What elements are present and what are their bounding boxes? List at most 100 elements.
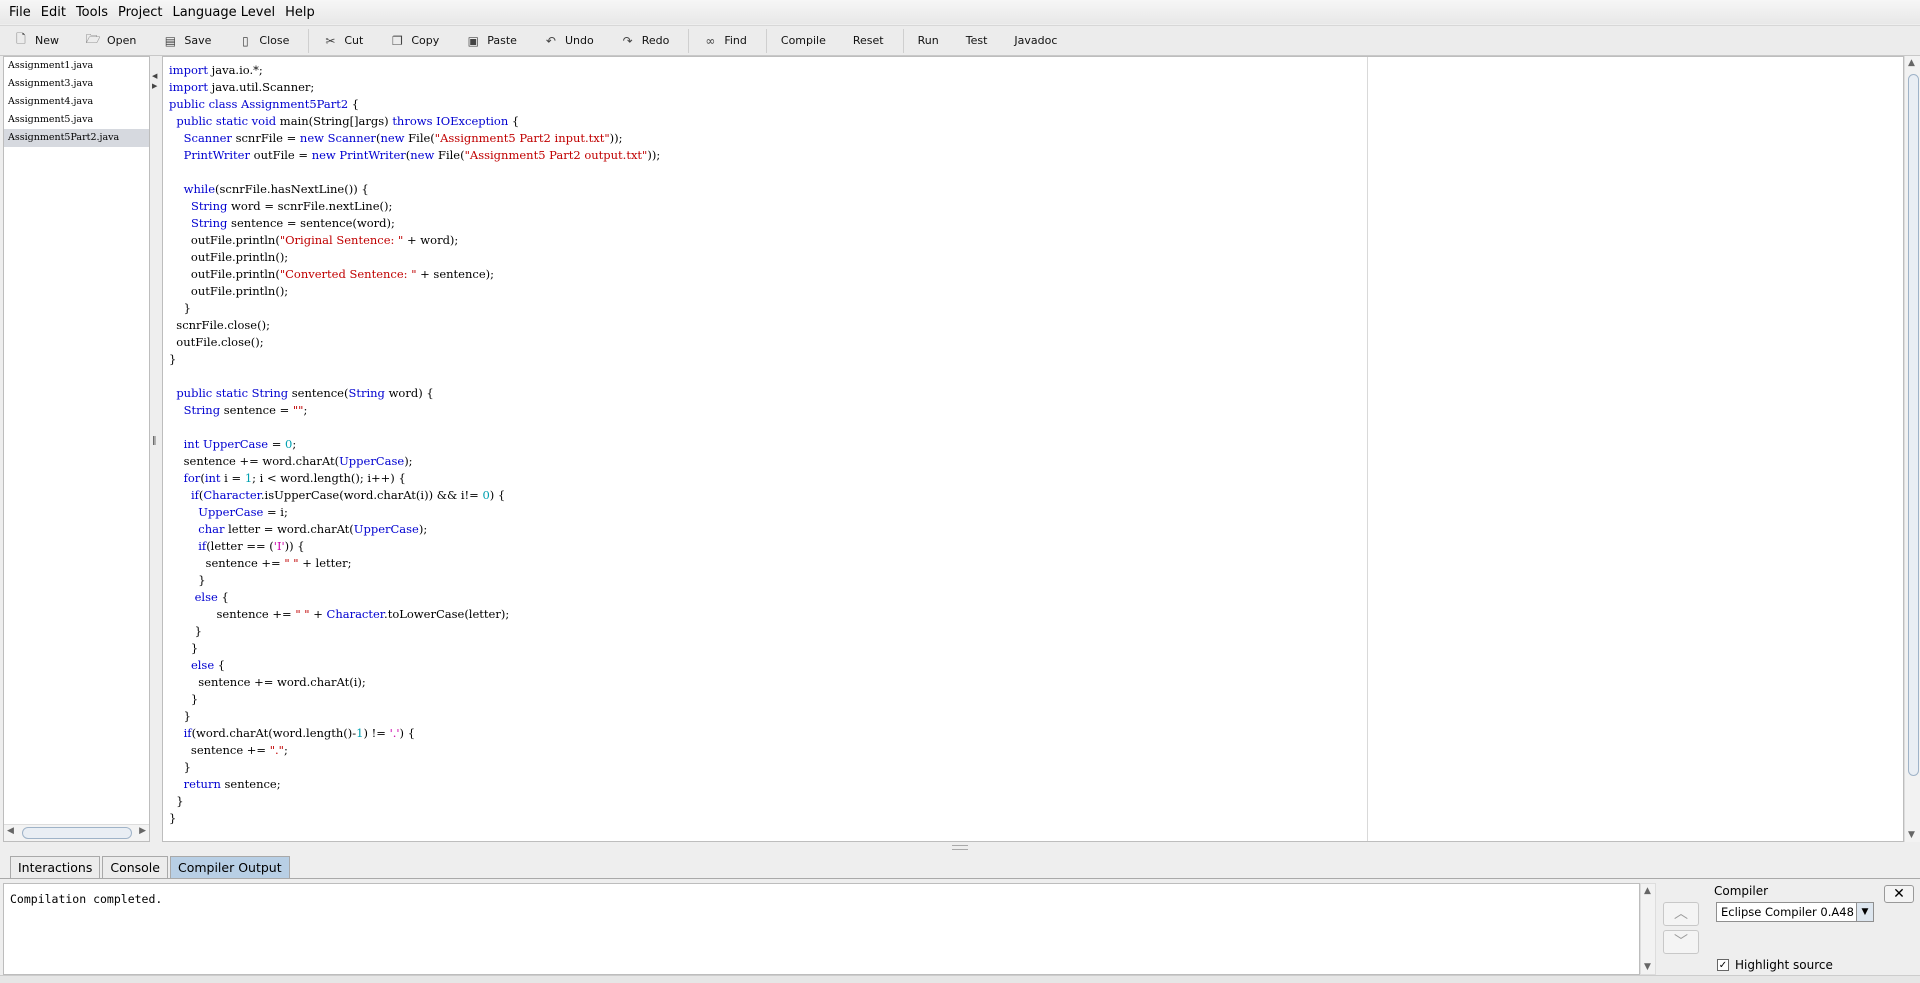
scroll-left-icon[interactable]: ◀	[7, 826, 14, 836]
output-vertical-scrollbar[interactable]: ▲ ▼	[1640, 883, 1656, 975]
redo-button[interactable]: ↷ Redo	[613, 27, 678, 55]
code-line[interactable]: while(scnrFile.hasNextLine()) {	[169, 181, 660, 198]
scroll-right-icon[interactable]: ▶	[139, 826, 146, 836]
menu-file[interactable]: File	[4, 5, 36, 20]
menu-language-level[interactable]: Language Level	[167, 5, 280, 20]
code-line[interactable]: int UpperCase = 0;	[169, 436, 660, 453]
code-line[interactable]: }	[169, 572, 660, 589]
code-line[interactable]: import java.io.*;	[169, 62, 660, 79]
code-line[interactable]	[169, 164, 660, 181]
code-line[interactable]: String sentence = sentence(word);	[169, 215, 660, 232]
reset-button[interactable]: Reset	[845, 27, 892, 55]
code-content[interactable]: import java.io.*; import java.util.Scanne…	[169, 62, 660, 827]
code-line[interactable]: outFile.println("Converted Sentence: " +…	[169, 266, 660, 283]
code-line[interactable]: }	[169, 759, 660, 776]
splitter-grip-icon[interactable]	[952, 845, 968, 850]
code-line[interactable]: String sentence = "";	[169, 402, 660, 419]
cut-button[interactable]: ✂ Cut	[315, 27, 371, 55]
paste-button[interactable]: ▣ Paste	[458, 27, 525, 55]
file-item[interactable]: Assignment1.java	[4, 57, 149, 75]
file-item[interactable]: Assignment3.java	[4, 75, 149, 93]
copy-button[interactable]: ❐ Copy	[382, 27, 447, 55]
code-line[interactable]: }	[169, 810, 660, 827]
save-button[interactable]: ▤ Save	[155, 27, 219, 55]
menu-tools[interactable]: Tools	[71, 5, 113, 20]
collapse-left-icon[interactable]: ◀	[152, 72, 157, 80]
code-line[interactable]: sentence += " " + letter;	[169, 555, 660, 572]
code-line[interactable]: else {	[169, 657, 660, 674]
code-editor[interactable]: import java.io.*; import java.util.Scanne…	[162, 56, 1904, 842]
code-line[interactable]: outFile.println();	[169, 283, 660, 300]
menu-project[interactable]: Project	[113, 5, 167, 20]
menu-edit[interactable]: Edit	[36, 5, 71, 20]
next-error-button[interactable]: ﹀	[1663, 930, 1699, 954]
close-pane-button[interactable]: ✕	[1884, 885, 1914, 903]
undo-button[interactable]: ↶ Undo	[536, 27, 602, 55]
code-line[interactable]: public static String sentence(String wor…	[169, 385, 660, 402]
previous-error-button[interactable]: ︿	[1663, 902, 1699, 926]
close-button[interactable]: ▯ Close	[230, 27, 297, 55]
code-line[interactable]	[169, 368, 660, 385]
pane-splitter[interactable]	[0, 842, 1920, 853]
code-line[interactable]: }	[169, 691, 660, 708]
tab-interactions[interactable]: Interactions	[10, 856, 101, 878]
code-line[interactable]: outFile.close();	[169, 334, 660, 351]
compiler-output-pane[interactable]: Compilation completed.	[3, 883, 1640, 975]
file-item[interactable]: Assignment5.java	[4, 111, 149, 129]
scroll-down-icon[interactable]: ▼	[1644, 962, 1651, 972]
scroll-up-icon[interactable]: ▲	[1908, 58, 1915, 68]
open-button[interactable]: 🗁 Open	[78, 27, 144, 55]
code-line[interactable]: import java.util.Scanner;	[169, 79, 660, 96]
gutter-grip-icon[interactable]: ‖	[152, 436, 157, 446]
run-button[interactable]: Run	[910, 27, 947, 55]
compile-button[interactable]: Compile	[773, 27, 834, 55]
code-line[interactable]: return sentence;	[169, 776, 660, 793]
code-line[interactable]: public static void main(String[]args) th…	[169, 113, 660, 130]
code-line[interactable]: }	[169, 351, 660, 368]
scroll-up-icon[interactable]: ▲	[1644, 886, 1651, 896]
menu-help[interactable]: Help	[280, 5, 320, 20]
test-button[interactable]: Test	[958, 27, 996, 55]
code-line[interactable]: String word = scnrFile.nextLine();	[169, 198, 660, 215]
code-line[interactable]: outFile.println("Original Sentence: " + …	[169, 232, 660, 249]
code-line[interactable]: if(Character.isUpperCase(word.charAt(i))…	[169, 487, 660, 504]
code-line[interactable]: sentence += word.charAt(UpperCase);	[169, 453, 660, 470]
code-line[interactable]: for(int i = 1; i < word.length(); i++) {	[169, 470, 660, 487]
code-line[interactable]: sentence += " " + Character.toLowerCase(…	[169, 606, 660, 623]
code-line[interactable]: char letter = word.charAt(UpperCase);	[169, 521, 660, 538]
checkbox-check-icon[interactable]: ✓	[1717, 959, 1729, 971]
code-line[interactable]: if(word.charAt(word.length()-1) != '.') …	[169, 725, 660, 742]
code-line[interactable]: }	[169, 300, 660, 317]
scroll-down-icon[interactable]: ▼	[1908, 830, 1915, 840]
scroll-thumb[interactable]	[1908, 74, 1919, 776]
code-line[interactable]: else {	[169, 589, 660, 606]
highlight-source-checkbox[interactable]: ✓ Highlight source	[1717, 958, 1833, 972]
code-line[interactable]: Scanner scnrFile = new Scanner(new File(…	[169, 130, 660, 147]
code-line[interactable]: outFile.println();	[169, 249, 660, 266]
code-line[interactable]: sentence += word.charAt(i);	[169, 674, 660, 691]
file-list-horizontal-scrollbar[interactable]: ◀ ▶	[4, 824, 149, 841]
code-line[interactable]: }	[169, 708, 660, 725]
code-line[interactable]: public class Assignment5Part2 {	[169, 96, 660, 113]
expand-right-icon[interactable]: ▶	[152, 82, 157, 90]
chevron-down-icon[interactable]: ▼	[1856, 903, 1873, 921]
code-line[interactable]: UpperCase = i;	[169, 504, 660, 521]
code-line[interactable]: sentence += ".";	[169, 742, 660, 759]
file-item[interactable]: Assignment4.java	[4, 93, 149, 111]
code-line[interactable]: }	[169, 793, 660, 810]
new-button[interactable]: 🗋 New	[6, 27, 67, 55]
code-line[interactable]	[169, 419, 660, 436]
code-line[interactable]: if(letter == ('I')) {	[169, 538, 660, 555]
javadoc-button[interactable]: Javadoc	[1006, 27, 1065, 55]
code-line[interactable]: scnrFile.close();	[169, 317, 660, 334]
tab-compiler-output[interactable]: Compiler Output	[169, 856, 290, 878]
code-line[interactable]: PrintWriter outFile = new PrintWriter(ne…	[169, 147, 661, 164]
compiler-select[interactable]: Eclipse Compiler 0.A48 ▼	[1716, 902, 1874, 922]
file-item[interactable]: Assignment5Part2.java	[4, 129, 149, 147]
find-button[interactable]: ∞ Find	[695, 27, 755, 55]
tab-console[interactable]: Console	[102, 856, 168, 878]
code-line[interactable]: }	[169, 640, 660, 657]
code-line[interactable]: }	[169, 623, 660, 640]
editor-vertical-scrollbar[interactable]: ▲ ▼	[1904, 56, 1920, 842]
scroll-thumb[interactable]	[22, 827, 132, 839]
